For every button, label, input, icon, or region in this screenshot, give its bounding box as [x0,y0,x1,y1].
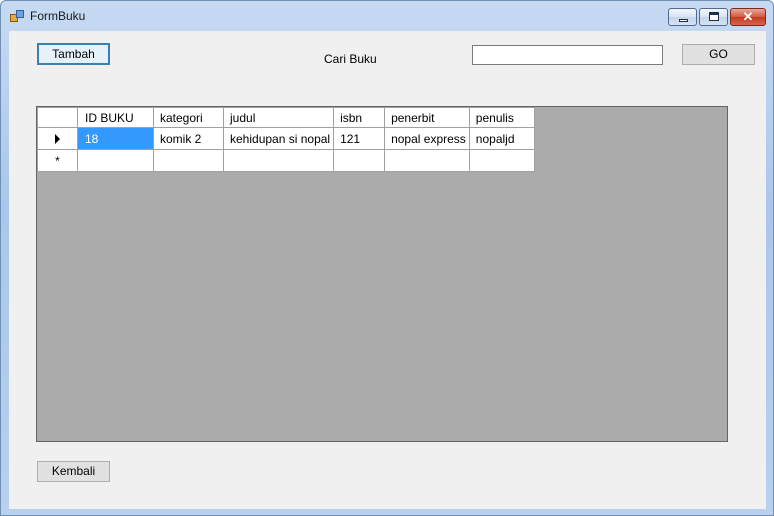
new-cell-kategori[interactable] [153,149,224,172]
current-row-arrow-icon [55,134,60,145]
column-header-penulis[interactable]: penulis [468,107,535,128]
cell-penulis[interactable]: nopaljd [468,127,535,150]
minimize-icon [679,19,688,22]
new-cell-isbn[interactable] [333,149,386,172]
book-data-grid[interactable]: ID BUKU kategori judul isbn penerbit pen… [36,106,728,442]
cell-id-buku[interactable]: 18 [77,127,154,150]
maximize-icon [709,12,719,21]
cell-judul[interactable]: kehidupan si nopal [222,127,335,150]
table-row[interactable]: 18 komik 2 kehidupan si nopal 121 nopal … [37,127,535,150]
close-icon: ✕ [742,9,754,24]
column-header-penerbit[interactable]: penerbit [384,107,470,128]
new-cell-id-buku[interactable] [77,149,154,172]
column-header-kategori[interactable]: kategori [153,107,224,128]
go-button[interactable]: GO [682,44,755,65]
new-row[interactable]: * [37,149,535,172]
grid-table: ID BUKU kategori judul isbn penerbit pen… [37,107,535,172]
cell-isbn[interactable]: 121 [333,127,386,150]
column-header-isbn[interactable]: isbn [333,107,386,128]
cell-penerbit[interactable]: nopal express [384,127,470,150]
new-cell-judul[interactable] [222,149,335,172]
cell-kategori[interactable]: komik 2 [153,127,224,150]
title-bar[interactable]: FormBuku ✕ [1,1,773,31]
grid-header-row: ID BUKU kategori judul isbn penerbit pen… [37,107,535,128]
window-title: FormBuku [30,9,86,23]
new-row-marker[interactable]: * [37,149,78,172]
column-header-judul[interactable]: judul [222,107,335,128]
minimize-button[interactable] [668,8,697,26]
tambah-button[interactable]: Tambah [37,43,110,65]
row-header-current[interactable] [37,127,78,150]
form-client-area: Tambah Cari Buku GO ID BUKU kategori jud… [9,31,766,509]
app-icon [10,10,24,22]
search-input[interactable] [472,45,663,65]
new-cell-penerbit[interactable] [384,149,470,172]
cari-buku-label: Cari Buku [324,52,377,66]
new-cell-penulis[interactable] [468,149,535,172]
kembali-button[interactable]: Kembali [37,461,110,482]
close-button[interactable]: ✕ [730,8,766,26]
form-window: FormBuku ✕ Tambah Cari Buku GO ID BUKU k… [0,0,774,516]
maximize-button[interactable] [699,8,728,26]
column-header-id-buku[interactable]: ID BUKU [77,107,154,128]
row-header-corner[interactable] [37,107,78,128]
